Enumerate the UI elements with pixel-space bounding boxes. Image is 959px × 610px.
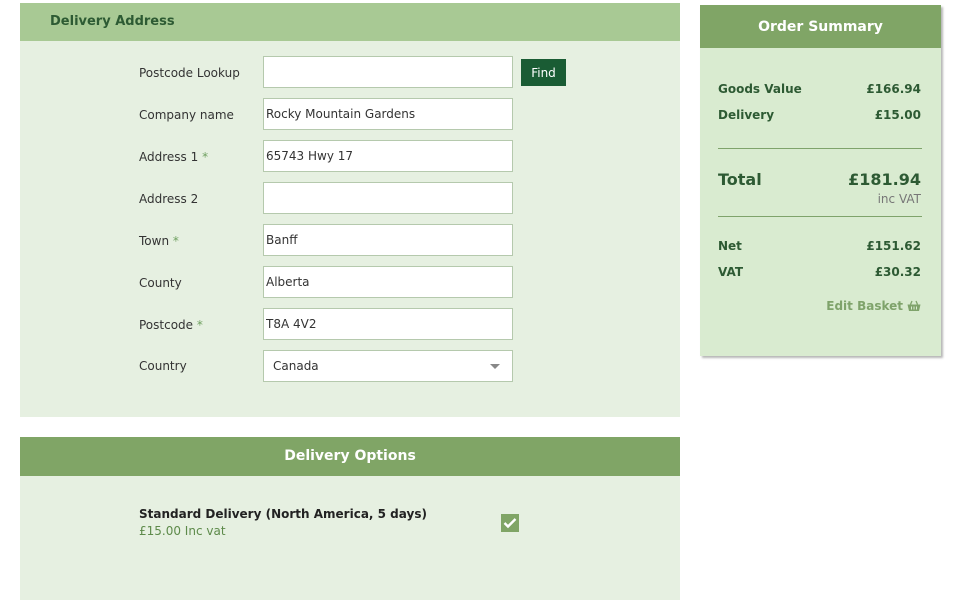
- edit-basket-link[interactable]: Edit Basket: [826, 299, 921, 313]
- delivery-option-price: £15.00 Inc vat: [139, 524, 226, 538]
- chevron-down-icon: [490, 364, 500, 369]
- total-amount: £181.94: [848, 170, 921, 189]
- basket-icon: [907, 300, 921, 311]
- delivery-option-checkbox[interactable]: [501, 514, 519, 532]
- country-select[interactable]: Canada: [263, 350, 513, 382]
- address2-label: Address 2: [139, 192, 199, 206]
- delivery-address-header: Delivery Address: [20, 3, 680, 41]
- postcode-lookup-input[interactable]: [263, 56, 513, 88]
- delivery-address-panel: Delivery Address Postcode Lookup Find Co…: [20, 3, 680, 417]
- delivery-option-name: Standard Delivery (North America, 5 days…: [139, 507, 427, 521]
- delivery-options-title: Delivery Options: [284, 448, 416, 464]
- company-name-input[interactable]: [263, 98, 513, 130]
- address1-required-mark: *: [202, 150, 209, 164]
- delivery-label: Delivery: [718, 108, 775, 122]
- goods-value-amount: £166.94: [866, 82, 921, 96]
- postcode-label-text: Postcode: [139, 318, 194, 332]
- postcode-lookup-label: Postcode Lookup: [139, 66, 240, 80]
- town-input[interactable]: [263, 224, 513, 256]
- county-input[interactable]: [263, 266, 513, 298]
- total-label: Total: [718, 170, 762, 189]
- address1-label: Address 1 *: [139, 150, 208, 164]
- address2-input[interactable]: [263, 182, 513, 214]
- summary-divider: [718, 216, 922, 217]
- vat-label: VAT: [718, 265, 744, 279]
- edit-basket-label: Edit Basket: [826, 299, 903, 313]
- summary-divider: [718, 148, 922, 149]
- order-summary-header: Order Summary: [700, 5, 941, 48]
- goods-value-label: Goods Value: [718, 82, 802, 96]
- delivery-address-title: Delivery Address: [50, 14, 175, 29]
- country-label: Country: [139, 359, 187, 373]
- town-label-text: Town: [139, 234, 170, 248]
- company-name-label: Company name: [139, 108, 234, 122]
- net-label: Net: [718, 239, 742, 253]
- postcode-label: Postcode *: [139, 318, 203, 332]
- order-summary-panel: Order Summary Goods Value £166.94 Delive…: [700, 5, 941, 356]
- find-button[interactable]: Find: [521, 59, 566, 86]
- postcode-input[interactable]: [263, 308, 513, 340]
- order-summary-title: Order Summary: [758, 19, 883, 35]
- delivery-amount: £15.00: [874, 108, 921, 122]
- delivery-options-panel: Delivery Options Standard Delivery (Nort…: [20, 437, 680, 600]
- net-amount: £151.62: [866, 239, 921, 253]
- address1-input[interactable]: [263, 140, 513, 172]
- checkmark-icon: [503, 518, 517, 529]
- county-label: County: [139, 276, 182, 290]
- delivery-options-header: Delivery Options: [20, 437, 680, 476]
- address1-label-text: Address 1: [139, 150, 199, 164]
- total-inc-vat-note: inc VAT: [877, 192, 921, 206]
- vat-amount: £30.32: [874, 265, 921, 279]
- country-select-value: Canada: [273, 359, 319, 373]
- town-label: Town *: [139, 234, 179, 248]
- postcode-required-mark: *: [196, 318, 203, 332]
- town-required-mark: *: [172, 234, 179, 248]
